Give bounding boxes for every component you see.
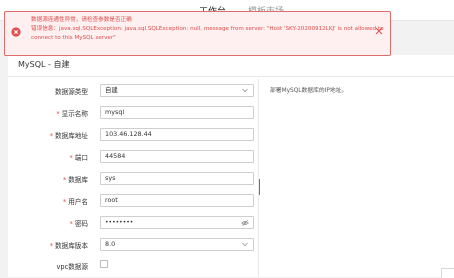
port-input[interactable]: 44584	[100, 150, 254, 163]
db-address-label: * 数据库地址	[49, 132, 88, 140]
datasource-panel: MySQL - 自建 部署MySQL数据库的IP地址。 数据源类型 自建 * 显示…	[8, 55, 454, 277]
username-input[interactable]: root	[100, 194, 254, 207]
password-value: ••••••••	[105, 219, 134, 226]
display-name-input[interactable]: mysql	[100, 106, 254, 119]
panel-divider	[8, 76, 454, 77]
eye-off-icon[interactable]	[241, 219, 249, 227]
alert-message-line-2: 错误信息：java.sql.SQLException: java.sql.SQL…	[31, 26, 384, 32]
error-icon	[11, 27, 21, 37]
field-hint: 部署MySQL数据库的IP地址。	[270, 88, 348, 94]
db-address-input[interactable]: 103.46.128.44	[100, 128, 254, 141]
db-version-value: 8.0	[105, 240, 116, 248]
username-value: root	[105, 196, 118, 204]
vpc-label: vpc数据源	[56, 263, 89, 271]
vpc-checkbox[interactable]	[100, 260, 108, 268]
db-address-value: 103.46.128.44	[105, 130, 152, 138]
db-version-select[interactable]: 8.0	[100, 238, 254, 251]
column-divider	[258, 79, 259, 277]
display-name-label: * 显示名称	[56, 110, 88, 118]
database-input[interactable]: sys	[100, 172, 254, 185]
port-label: * 端口	[69, 154, 88, 162]
text-caret	[259, 179, 260, 195]
alert-message-line-1: 数据源连通性异常，请检查参数是否正确	[31, 17, 132, 23]
database-value: sys	[105, 174, 116, 182]
password-label: * 密码	[69, 220, 88, 228]
panel-title: MySQL - 自建	[18, 60, 70, 69]
password-input[interactable]: ••••••••	[100, 216, 254, 229]
source-type-value: 自建	[105, 86, 118, 94]
display-name-value: mysql	[105, 108, 125, 116]
source-type-select[interactable]: 自建	[100, 84, 254, 97]
chevron-down-icon	[242, 88, 248, 93]
error-alert: 数据源连通性异常，请检查参数是否正确 错误信息：java.sql.SQLExce…	[4, 11, 391, 56]
source-type-label: 数据源类型	[55, 88, 88, 96]
close-icon[interactable]	[375, 27, 383, 35]
username-label: * 用户名	[62, 198, 88, 206]
alert-message-line-3: connect to this MySQL server"	[31, 35, 116, 41]
port-value: 44584	[105, 152, 126, 160]
database-label: * 数据库	[62, 176, 88, 184]
db-version-label: * 数据库版本	[49, 242, 88, 250]
chevron-down-icon	[242, 242, 248, 247]
